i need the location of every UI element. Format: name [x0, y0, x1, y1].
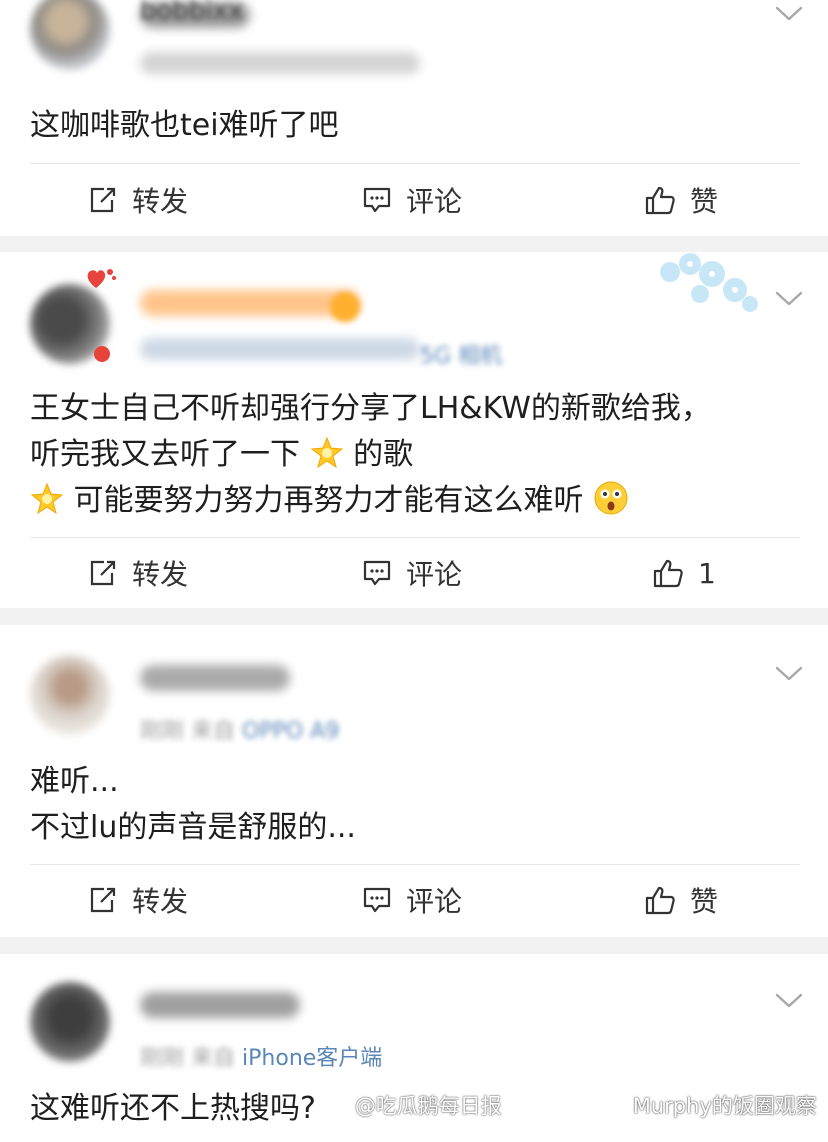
- post-card: 刚刚 来自 OPPO A9 难听... 不过lu的声音是舒服的... 转发 评论…: [0, 625, 828, 937]
- chevron-down-icon[interactable]: [774, 5, 804, 23]
- post-card: bobbixx 这咖啡歌也tei难听了吧 转发 评论 赞: [0, 0, 828, 236]
- post-card: 5G 相机 王女士自己不听却强行分享了LH&KW的新歌给我， 听完我又去听了一下…: [0, 252, 828, 608]
- repost-button[interactable]: 转发: [88, 165, 188, 235]
- post-meta-blurred: [140, 52, 420, 74]
- thumbs-up-icon: [645, 186, 675, 215]
- like-label: 赞: [690, 185, 719, 218]
- post-text-line: 难听...: [30, 764, 119, 799]
- comment-icon: [363, 560, 391, 586]
- post-text-line: 不过lu的声音是舒服的...: [30, 810, 356, 845]
- star-emoji: [310, 436, 343, 469]
- repost-icon: [90, 560, 116, 586]
- repost-label: 转发: [132, 558, 189, 591]
- post-text-line: 听完我又去听了一下 的歌: [30, 432, 800, 478]
- post-source-label[interactable]: OPPO A9: [242, 719, 339, 744]
- repost-icon: [90, 887, 116, 913]
- vip-badge: [94, 346, 110, 362]
- comment-label: 评论: [406, 558, 463, 591]
- post-text-line: 这咖啡歌也tei难听了吧: [30, 108, 339, 143]
- post-text-segment: 可能要努力努力再努力才能有这么难听: [73, 483, 584, 518]
- post-source: 5G 相机: [420, 338, 502, 370]
- comment-icon: [363, 887, 391, 913]
- comment-icon: [363, 187, 391, 213]
- chevron-down-icon[interactable]: [774, 665, 804, 683]
- post-meta: 刚刚 来自 OPPO A9: [140, 713, 339, 745]
- wechat-watermark: Murphy的饭圈观察: [594, 1090, 817, 1120]
- wechat-watermark-label: Murphy的饭圈观察: [632, 1094, 817, 1118]
- post-text-segment: 听完我又去听了一下: [30, 437, 300, 472]
- post-meta: 刚刚 来自 iPhone客户端: [140, 1040, 382, 1072]
- post-time: 刚刚: [140, 1046, 185, 1071]
- post-text-line: 王女士自己不听却强行分享了LH&KW的新歌给我，: [30, 391, 711, 426]
- weibo-logo-icon: [319, 1097, 347, 1115]
- post-text-segment: 的歌: [353, 437, 414, 472]
- comment-button[interactable]: 评论: [362, 538, 462, 608]
- weibo-watermark-label: @吃瓜鹅每日报: [354, 1094, 502, 1118]
- like-button[interactable]: 赞: [644, 165, 718, 235]
- username-blurred[interactable]: [140, 665, 290, 691]
- comment-button[interactable]: 评论: [362, 865, 462, 935]
- like-label: 赞: [690, 885, 719, 918]
- repost-icon: [90, 187, 116, 213]
- post-text: 王女士自己不听却强行分享了LH&KW的新歌给我， 听完我又去听了一下 的歌 可能…: [30, 386, 800, 524]
- username-blurred[interactable]: [140, 290, 360, 316]
- repost-button[interactable]: 转发: [88, 538, 188, 608]
- like-count: 1: [698, 556, 716, 590]
- repost-button[interactable]: 转发: [88, 865, 188, 935]
- thumbs-up-icon: [653, 559, 683, 588]
- post-source-label[interactable]: iPhone客户端: [242, 1046, 382, 1071]
- wechat-logo-icon: [595, 1094, 625, 1116]
- post-time: 刚刚: [140, 719, 185, 744]
- comment-label: 评论: [406, 885, 463, 918]
- username-blurred[interactable]: [140, 992, 300, 1018]
- post-text-line: 可能要努力努力再努力才能有这么难听: [30, 478, 800, 524]
- level-badge: [330, 292, 360, 322]
- like-button[interactable]: 赞: [644, 865, 718, 935]
- divider: [30, 163, 800, 164]
- username[interactable]: bobbixx: [140, 0, 243, 26]
- thumbs-up-icon: [645, 886, 675, 915]
- chevron-down-icon[interactable]: [774, 992, 804, 1010]
- comment-label: 评论: [406, 185, 463, 218]
- post-actions: 转发 评论 1: [0, 538, 828, 608]
- post-from: 来自: [191, 1046, 236, 1071]
- post-from: 来自: [191, 719, 236, 744]
- star-emoji: [30, 482, 64, 515]
- repost-label: 转发: [132, 885, 189, 918]
- comment-button[interactable]: 评论: [362, 165, 462, 235]
- avatar[interactable]: [30, 982, 110, 1062]
- heart-badge-icon: [87, 269, 116, 288]
- chevron-down-icon[interactable]: [774, 290, 804, 308]
- post-text: 难听... 不过lu的声音是舒服的...: [30, 759, 800, 851]
- avatar[interactable]: [30, 0, 110, 70]
- flower-decoration: [660, 253, 758, 312]
- repost-label: 转发: [132, 185, 189, 218]
- post-actions: 转发 评论 赞: [0, 165, 828, 235]
- like-button[interactable]: 1: [652, 538, 716, 608]
- post-actions: 转发 评论 赞: [0, 865, 828, 935]
- weibo-watermark: @吃瓜鹅每日报: [318, 1090, 502, 1120]
- post-source-label[interactable]: 5G 相机: [420, 344, 502, 369]
- weibo-comment-feed: bobbixx 这咖啡歌也tei难听了吧 转发 评论 赞 5G 相机 王女士自己…: [0, 0, 828, 1142]
- post-text: 这咖啡歌也tei难听了吧: [30, 103, 800, 149]
- post-meta-blurred: [140, 338, 420, 360]
- avatar[interactable]: [30, 655, 110, 735]
- shocked-face-emoji: [594, 481, 628, 515]
